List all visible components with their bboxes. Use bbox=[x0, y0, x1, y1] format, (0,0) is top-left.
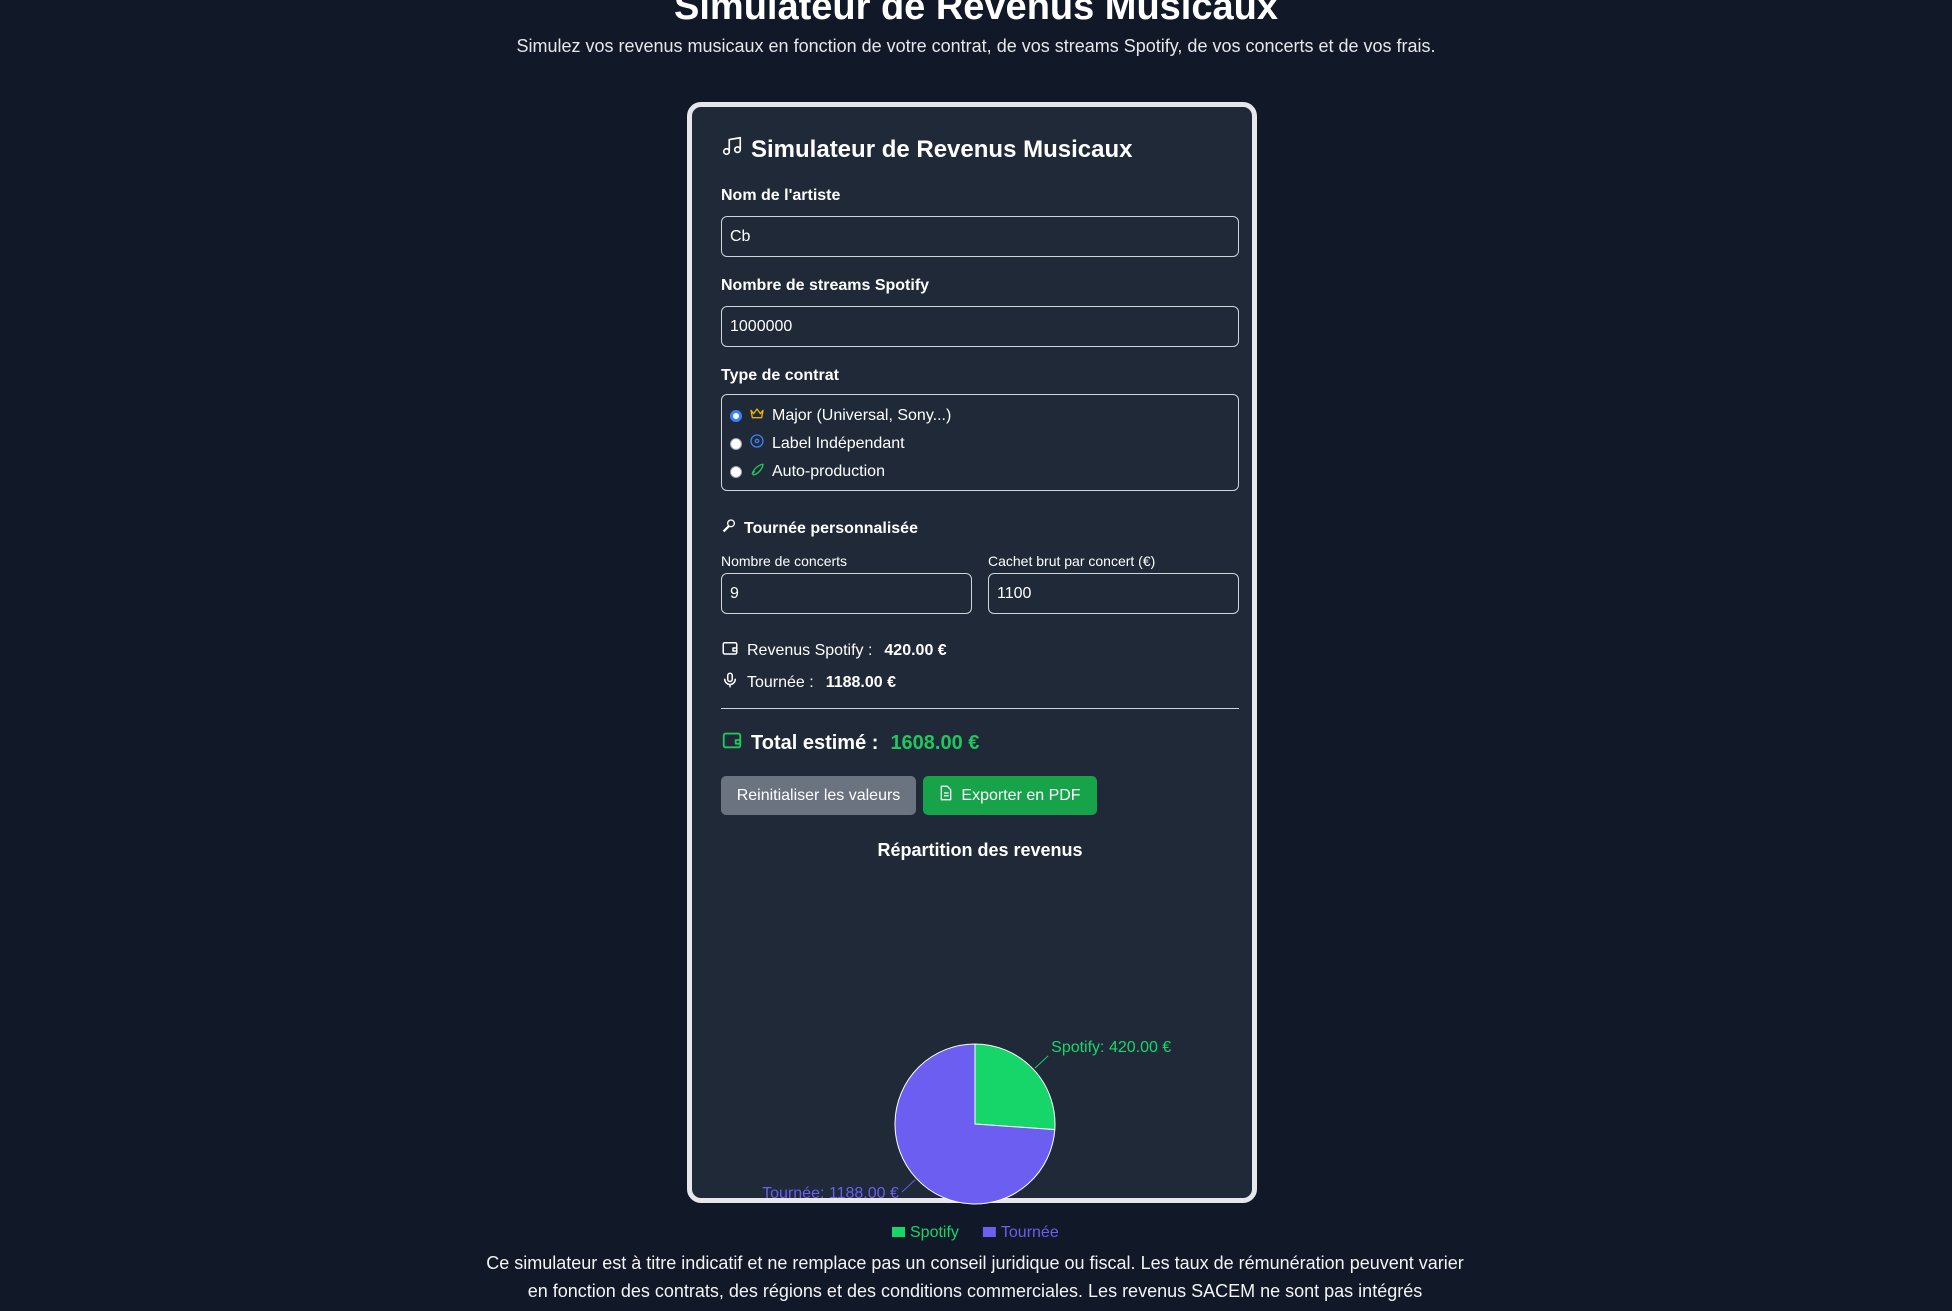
total-value: 1608.00 € bbox=[890, 731, 980, 754]
fee-label: Cachet brut par concert (€) bbox=[988, 553, 1156, 569]
wallet-total-icon bbox=[721, 729, 743, 757]
mic-icon bbox=[721, 671, 739, 694]
legend-item[interactable]: Tournée bbox=[1001, 1224, 1059, 1241]
tour-result-label: Tournée : bbox=[747, 673, 814, 691]
tour-title: Tournée personnalisée bbox=[744, 519, 918, 537]
reset-button-label: Reinitialiser les valeurs bbox=[736, 786, 901, 804]
tour-section-title: Tournée personnalisée bbox=[721, 518, 918, 539]
streams-input[interactable] bbox=[721, 306, 1239, 347]
legend-swatch bbox=[982, 1227, 996, 1237]
spotify-result-label: Revenus Spotify : bbox=[747, 641, 873, 659]
radio-major[interactable] bbox=[730, 409, 742, 422]
record-icon bbox=[749, 433, 765, 454]
total-label: Total estimé : bbox=[751, 731, 879, 754]
artist-label: Nom de l'artiste bbox=[721, 187, 841, 204]
contract-option-label: Auto-production bbox=[772, 462, 885, 480]
export-button-label: Exporter en PDF bbox=[961, 786, 1081, 804]
tour-result-value: 1188.00 € bbox=[825, 673, 897, 691]
pie-label-leader bbox=[901, 1179, 916, 1193]
tour-result: Tournée : 1188.00 € bbox=[721, 671, 896, 694]
pie-data-label: Spotify: 420.00 € bbox=[1051, 1039, 1171, 1056]
crown-icon bbox=[749, 405, 765, 426]
rocket-icon bbox=[749, 461, 765, 482]
spotify-result: Revenus Spotify : 420.00 € bbox=[721, 639, 947, 662]
contract-type-group: Major (Universal, Sony...) Label Indépen… bbox=[721, 394, 1239, 491]
page-title: Simulateur de Revenus Musicaux bbox=[674, 0, 1278, 28]
chart-title: Répartition des revenus bbox=[877, 840, 1083, 860]
contract-option-major[interactable]: Major (Universal, Sony...) bbox=[730, 405, 951, 426]
contract-option-label: Major (Universal, Sony...) bbox=[772, 406, 952, 424]
pie-label-leader bbox=[1034, 1055, 1049, 1069]
concerts-input[interactable] bbox=[721, 573, 972, 614]
revenue-pie-chart: Spotify: 420.00 € Tournée: 1188.00 € Spoti… bbox=[762, 1039, 1171, 1241]
contract-label: Type de contrat bbox=[721, 367, 839, 384]
legend-swatch bbox=[892, 1227, 905, 1237]
streams-label: Nombre de streams Spotify bbox=[721, 277, 930, 294]
music-note-icon bbox=[721, 135, 743, 164]
concerts-label: Nombre de concerts bbox=[721, 553, 848, 569]
reset-button[interactable]: Reinitialiser les valeurs bbox=[721, 776, 916, 815]
card-header: Simulateur de Revenus Musicaux bbox=[721, 135, 1132, 164]
contract-option-self[interactable]: Auto-production bbox=[730, 461, 885, 482]
footer-disclaimer: Ce simulateur est à titre indicatif et n… bbox=[486, 1253, 1464, 1301]
legend-item[interactable]: Spotify bbox=[910, 1224, 959, 1241]
pie-slice-spotify[interactable] bbox=[974, 1043, 1056, 1131]
page: Simulateur de Revenus Musicaux Simulez v… bbox=[0, 0, 1952, 1311]
radio-independent[interactable] bbox=[730, 437, 742, 450]
artist-name-input[interactable] bbox=[721, 216, 1239, 257]
page-subtitle: Simulez vos revenus musicaux en fonction… bbox=[516, 36, 1436, 56]
fee-input[interactable] bbox=[988, 573, 1239, 614]
document-icon bbox=[939, 785, 953, 806]
pie-data-label: Tournée: 1188.00 € bbox=[762, 1185, 899, 1202]
spotify-result-value: 420.00 € bbox=[884, 641, 947, 659]
radio-self[interactable] bbox=[730, 465, 742, 478]
contract-option-label: Label Indépendant bbox=[772, 434, 905, 452]
microphone-icon bbox=[721, 518, 737, 539]
total-result: Total estimé : 1608.00 € bbox=[721, 729, 979, 757]
card-title: Simulateur de Revenus Musicaux bbox=[751, 135, 1133, 163]
divider bbox=[721, 708, 1239, 709]
wallet-icon bbox=[721, 639, 739, 662]
simulator-card: Simulateur de Revenus Musicaux Nom de l'… bbox=[687, 102, 1257, 1241]
contract-option-independent[interactable]: Label Indépendant bbox=[730, 433, 905, 454]
export-pdf-button[interactable]: Exporter en PDF bbox=[923, 776, 1097, 815]
